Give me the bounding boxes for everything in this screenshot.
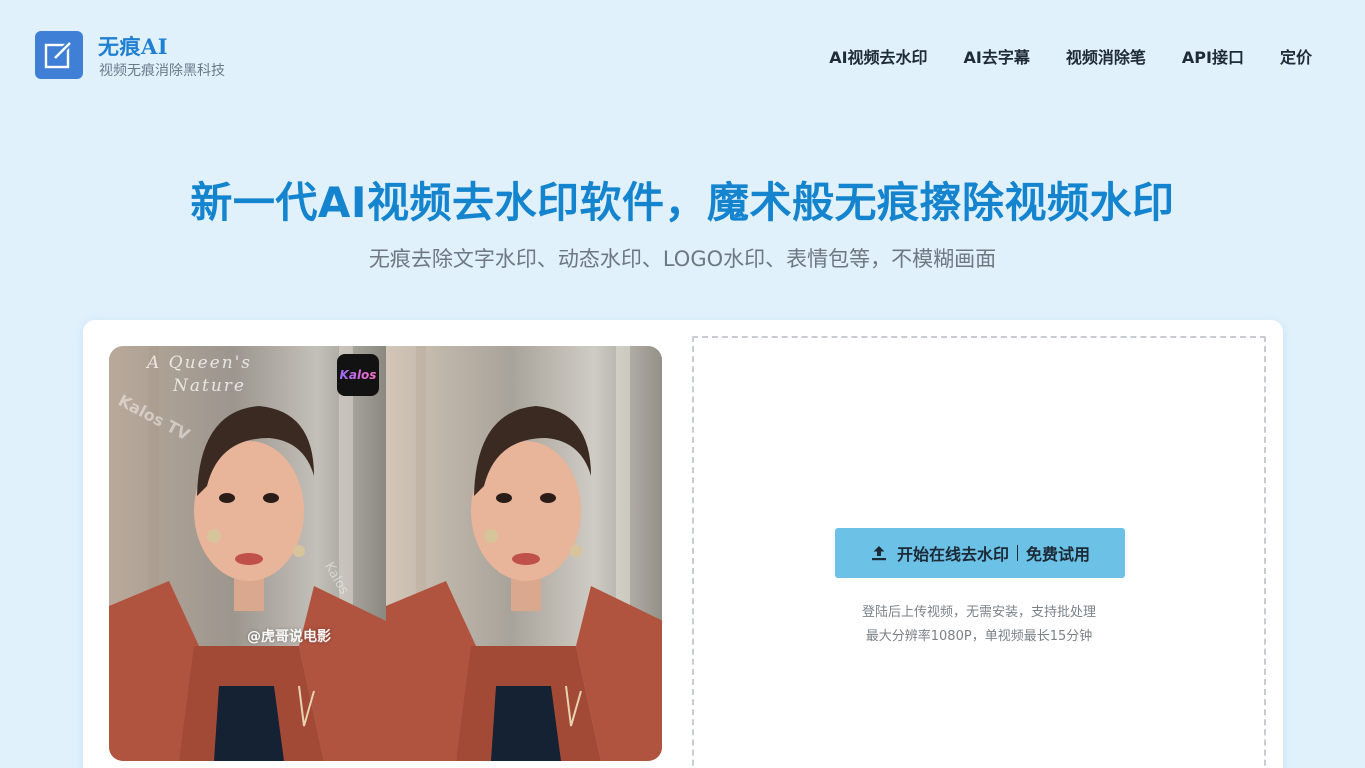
nav-item-api[interactable]: API接口 <box>1182 44 1244 68</box>
hero-subtitle: 无痕去除文字水印、动态水印、LOGO水印、表情包等，不模糊画面 <box>368 247 997 271</box>
nav-item-video-watermark[interactable]: AI视频去水印 <box>829 44 927 68</box>
edit-square-icon[interactable] <box>35 31 83 79</box>
watermark-quote: A Queen's Nature <box>147 353 253 396</box>
brand-tagline: 视频无痕消除黑科技 <box>99 63 225 79</box>
nav-item-eraser-pen[interactable]: 视频消除笔 <box>1066 44 1146 68</box>
nav-item-remove-subtitles[interactable]: AI去字幕 <box>964 44 1030 68</box>
before-after-preview: A Queen's Nature Kalos TV Kalos Kalos @虎… <box>109 346 662 761</box>
upload-dropzone[interactable]: 开始在线去水印 免费试用 登陆后上传视频，无需安装，支持批处理 最大分辨率108… <box>692 336 1266 768</box>
upload-button-label: 开始在线去水印 <box>896 545 1009 564</box>
hero-title: 新一代AI视频去水印软件，魔术般无痕擦除视频水印 <box>190 178 1175 227</box>
main-nav: AI视频去水印 AI去字幕 视频消除笔 API接口 定价 <box>829 44 1312 68</box>
button-divider <box>1017 545 1018 561</box>
before-image: A Queen's Nature Kalos TV Kalos Kalos @虎… <box>109 346 386 761</box>
nav-item-pricing[interactable]: 定价 <box>1280 44 1312 68</box>
tool-card: A Queen's Nature Kalos TV Kalos Kalos @虎… <box>83 320 1283 768</box>
upload-icon <box>871 546 886 561</box>
upload-note-limits: 最大分辨率1080P，单视频最长15分钟 <box>865 629 1093 644</box>
start-upload-button[interactable]: 开始在线去水印 免费试用 <box>835 528 1125 578</box>
watermark-credit: @虎哥说电影 <box>247 629 331 645</box>
free-trial-label: 免费试用 <box>1026 545 1091 564</box>
upload-note-batch: 登陆后上传视频，无需安装，支持批处理 <box>861 605 1096 620</box>
after-image <box>385 346 662 761</box>
site-header: 无痕AI 视频无痕消除黑科技 AI视频去水印 AI去字幕 视频消除笔 API接口… <box>0 0 1365 110</box>
brand-name[interactable]: 无痕AI <box>98 31 168 61</box>
kalos-logo-icon: Kalos <box>337 354 379 396</box>
